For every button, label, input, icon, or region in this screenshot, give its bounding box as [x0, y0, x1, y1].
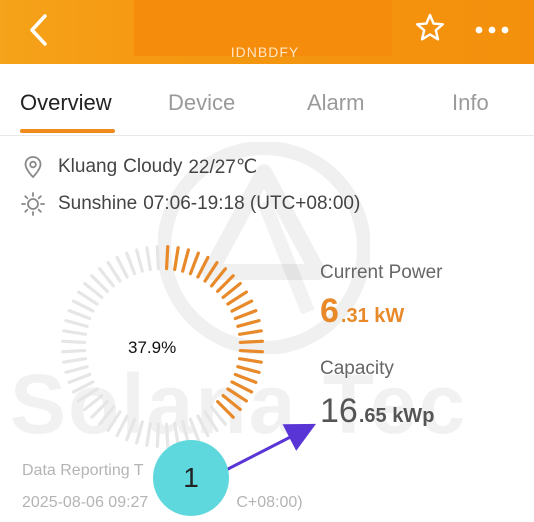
gauge-tick	[236, 319, 261, 328]
gauge-tick	[216, 274, 235, 293]
capacity-label: Capacity	[320, 358, 394, 379]
tab-info[interactable]: Info	[452, 90, 489, 116]
gauge-tick	[67, 309, 92, 321]
gauge-tick	[125, 251, 137, 276]
top-app-bar: IDNBDFY	[0, 0, 534, 64]
gauge-tick	[221, 281, 242, 300]
tab-device[interactable]: Device	[168, 90, 235, 116]
gauge-tick	[216, 400, 235, 419]
gauge-tick	[226, 290, 248, 306]
gauge-tick	[236, 365, 261, 374]
gauge-tick	[221, 393, 242, 412]
more-horizontal-icon	[475, 26, 509, 34]
gauge-tick	[62, 357, 88, 364]
tab-bar: Overview Device Alarm Info	[0, 64, 534, 136]
gauge-tick	[115, 414, 129, 438]
gauge-tick	[188, 417, 200, 442]
weather-condition: Cloudy	[123, 156, 183, 177]
gauge-tick	[233, 372, 258, 384]
more-options-button[interactable]	[470, 14, 514, 44]
annotation-marker: 1	[153, 440, 229, 516]
gauge-tick	[164, 245, 170, 271]
gauge-tick	[61, 339, 87, 345]
sunshine-label: Sunshine	[58, 193, 138, 214]
gauge-tick	[203, 410, 219, 432]
gauge-tick	[203, 261, 219, 283]
data-reporting-time-tail: C+08:00)	[236, 494, 303, 511]
gauge-tick	[90, 400, 109, 419]
gauge-tick	[97, 405, 116, 426]
data-reporting-label: Data Reporting T	[22, 462, 144, 479]
gauge-tick	[106, 261, 122, 283]
gauge-tick	[67, 372, 92, 384]
back-button[interactable]	[18, 10, 62, 50]
gauge-tick	[181, 248, 190, 273]
gauge-tick	[135, 248, 144, 273]
gauge-percent: 37.9%	[128, 338, 177, 357]
sunshine-row: Sunshine 07:06-19:18 (UTC+08:00)	[20, 190, 360, 218]
gauge-tick	[230, 380, 254, 394]
sun-icon	[21, 192, 45, 216]
gauge-tick	[209, 267, 228, 288]
gauge-tick	[97, 267, 116, 288]
gauge-tick	[64, 319, 89, 328]
gauge-tick	[145, 246, 152, 272]
chevron-left-icon	[30, 14, 47, 46]
gauge-tick	[155, 245, 161, 271]
gauge-tick	[145, 421, 152, 447]
gauge-tick	[71, 299, 95, 313]
star-outline-icon	[415, 13, 444, 41]
current-power-label: Current Power	[320, 262, 443, 283]
active-tab-indicator	[20, 129, 115, 133]
gauge-tick	[233, 309, 258, 321]
page-title: IDNBDFY	[230, 44, 300, 60]
capacity-decimal-unit: .65 kWp	[358, 405, 435, 427]
gauge-tick	[115, 255, 129, 279]
gauge-tick	[90, 274, 109, 293]
capacity-integer: 16	[320, 392, 358, 430]
gauge-tick	[125, 417, 137, 442]
gauge-tick	[135, 420, 144, 445]
gauge-tick	[196, 255, 210, 279]
gauge-tick	[83, 281, 104, 300]
gauge-tick	[62, 329, 88, 336]
current-power-decimal-unit: .31 kW	[340, 305, 405, 327]
gauge-tick	[188, 251, 200, 276]
gauge-tick	[173, 246, 180, 272]
weather-temperature: 22/27℃	[188, 156, 258, 178]
current-power-value: 6.31 kW	[320, 292, 404, 331]
gauge-tick	[238, 339, 264, 345]
gauge-tick	[237, 357, 263, 364]
weather-row: Kluang Cloudy 22/27℃	[20, 153, 257, 181]
gauge-tick	[77, 290, 99, 306]
gauge-tick	[226, 387, 248, 403]
gauge-tick	[77, 387, 99, 403]
gauge-tick	[196, 414, 210, 438]
tab-overview[interactable]: Overview	[20, 90, 112, 116]
gauge-tick	[230, 299, 254, 313]
gauge-tick	[164, 422, 170, 448]
sunshine-hours: 07:06-19:18 (UTC+08:00)	[143, 193, 361, 214]
capacity-value: 16.65 kWp	[320, 392, 434, 431]
gauge-tick	[155, 422, 161, 448]
gauge-tick	[71, 380, 95, 394]
gauge-tick	[209, 405, 228, 426]
gauge-tick	[61, 348, 87, 354]
current-power-integer: 6	[320, 292, 339, 330]
tab-alarm[interactable]: Alarm	[307, 90, 364, 116]
gauge-tick	[83, 393, 104, 412]
favorite-button[interactable]	[412, 10, 448, 46]
gauge-tick	[237, 329, 263, 336]
gauge-tick	[64, 365, 89, 374]
location-pin-icon	[24, 156, 42, 179]
weather-location: Kluang	[58, 156, 118, 177]
gauge-tick	[106, 410, 122, 432]
data-reporting-time-start: 2025-08-06 09:27	[22, 494, 149, 511]
gauge-tick	[238, 348, 264, 354]
